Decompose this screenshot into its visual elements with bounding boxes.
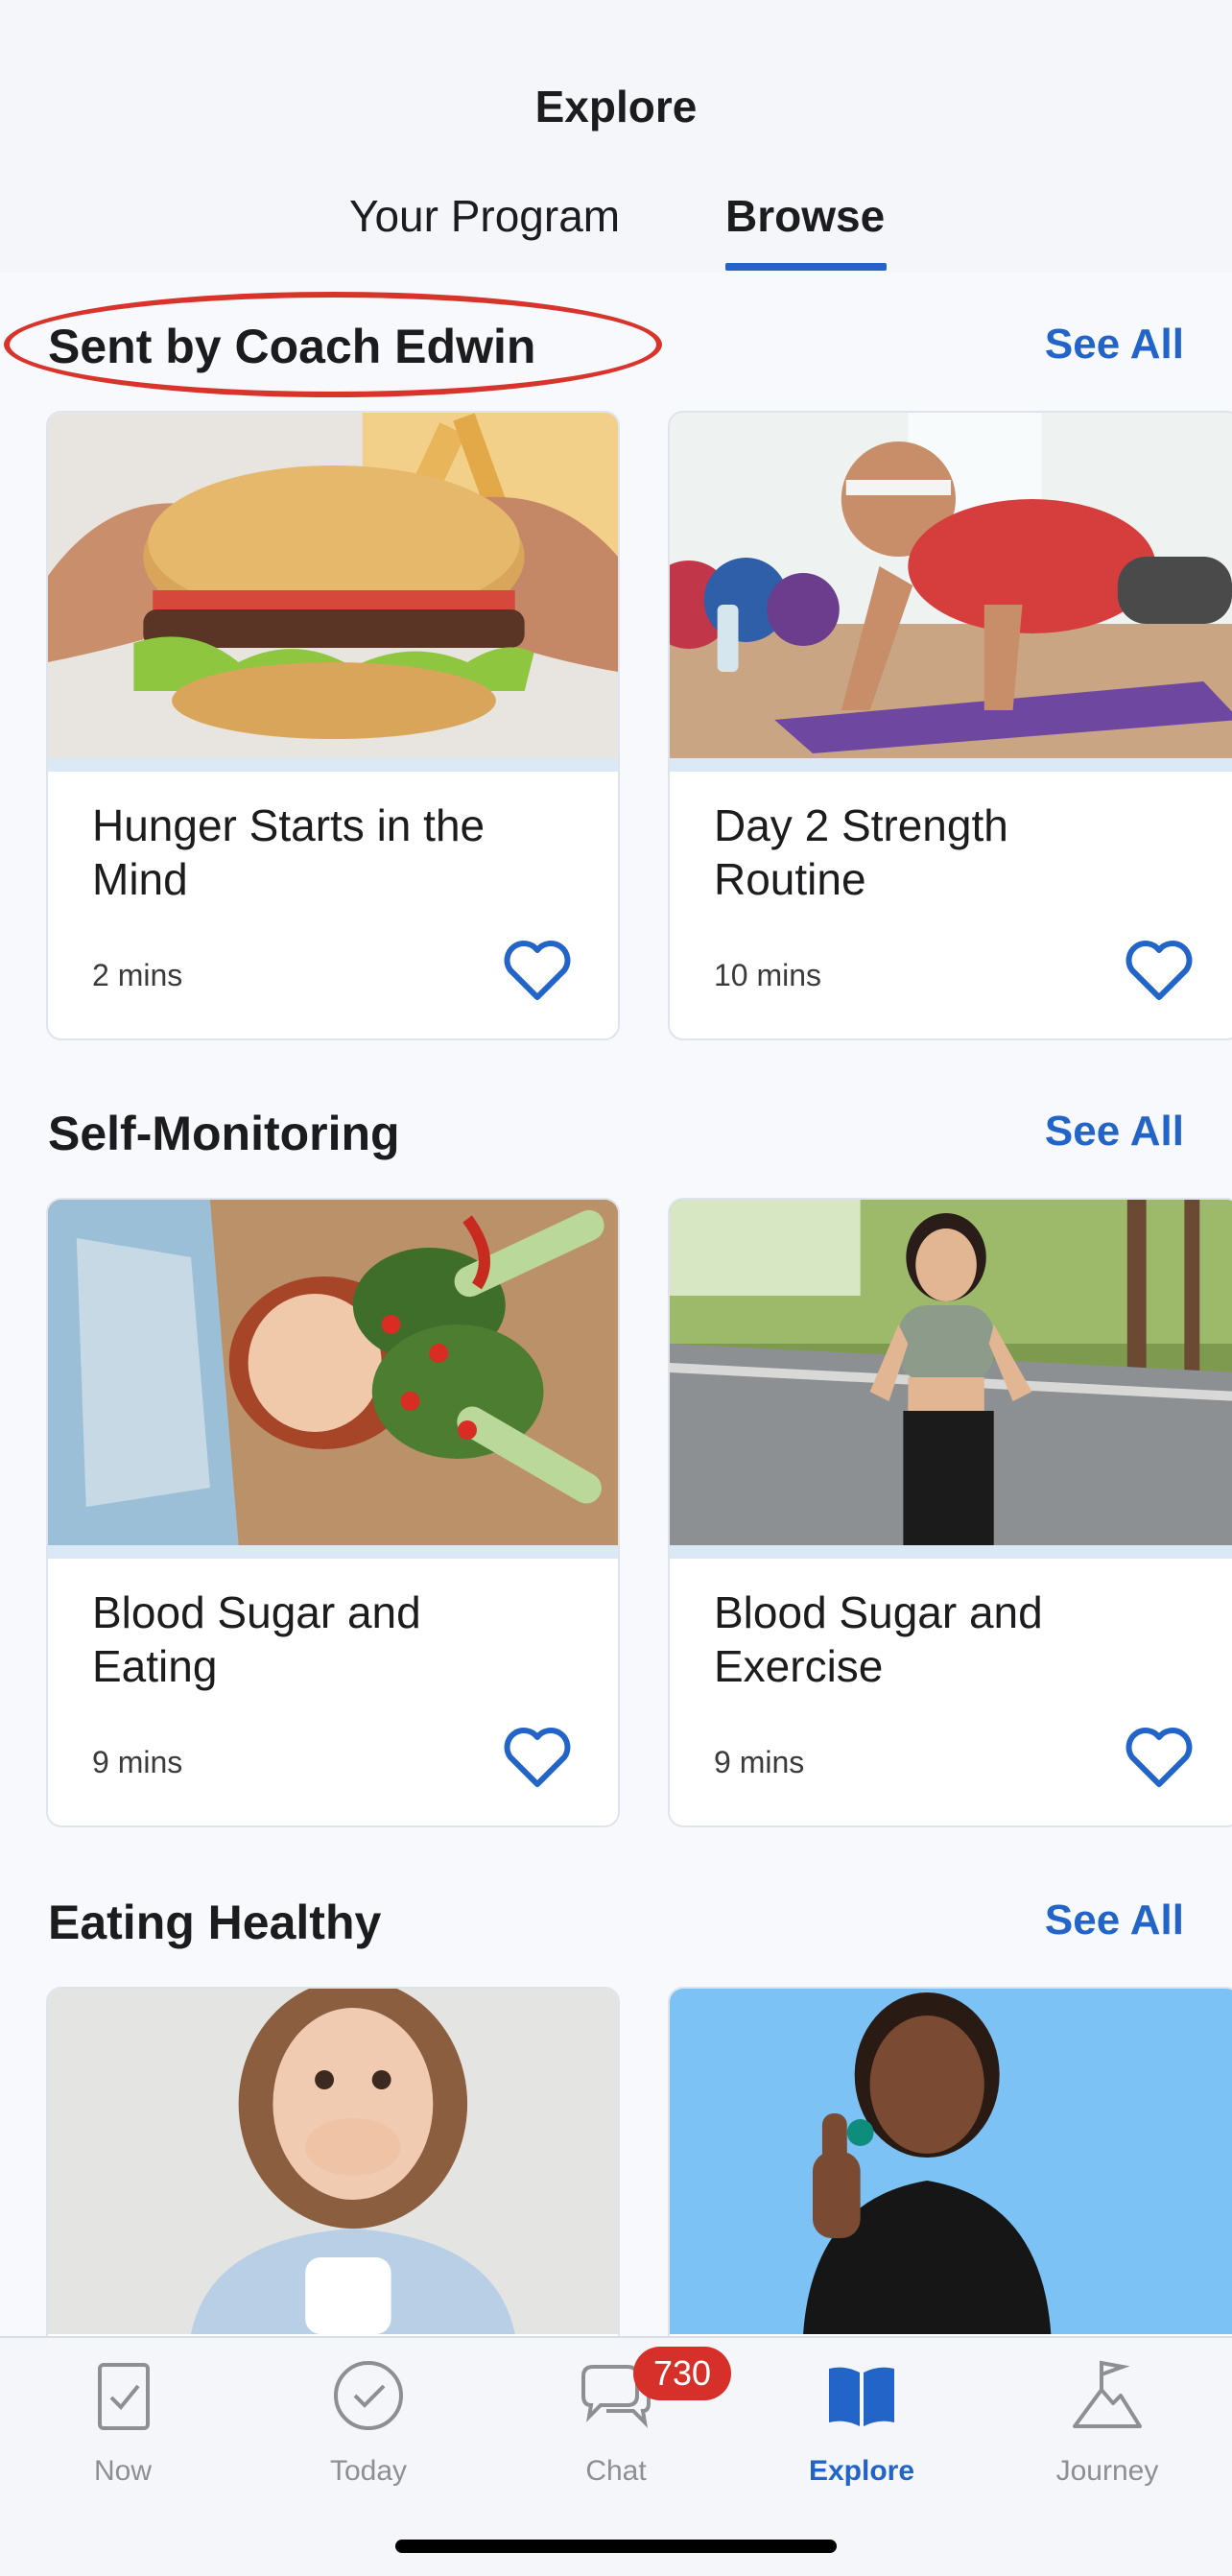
see-all-link-coach[interactable]: See All bbox=[1045, 321, 1184, 369]
card-image-burger bbox=[48, 413, 618, 758]
header: Explore Your Program Browse bbox=[0, 0, 1232, 273]
tabbar-label: Chat bbox=[585, 2455, 647, 2487]
see-all-link-eating-healthy[interactable]: See All bbox=[1045, 1896, 1184, 1944]
check-circle-icon bbox=[334, 2361, 403, 2430]
card-duration: 10 mins bbox=[714, 958, 822, 992]
card-title: Day 2 Strength Routine bbox=[714, 800, 1008, 904]
active-tab-indicator bbox=[725, 263, 887, 271]
tab-your-program[interactable]: Your Program bbox=[349, 190, 620, 242]
card-image-vegetables bbox=[48, 1200, 618, 1545]
tabbar-label: Journey bbox=[1055, 2455, 1159, 2487]
section-title-sent-by-coach: Sent by Coach Edwin bbox=[48, 320, 536, 373]
mountain-flag-icon bbox=[1073, 2360, 1142, 2428]
see-all-link-self-monitoring[interactable]: See All bbox=[1045, 1108, 1184, 1156]
section-title-self-monitoring: Self-Monitoring bbox=[48, 1107, 400, 1160]
heart-icon[interactable] bbox=[1125, 939, 1194, 1002]
content-card[interactable]: Blood Sugar and Exercise 9 mins bbox=[668, 1198, 1232, 1827]
card-duration: 2 mins bbox=[92, 958, 183, 992]
tabbar-item-explore[interactable]: Explore bbox=[739, 2357, 984, 2501]
content-card[interactable]: Blood Sugar and Eating 9 mins bbox=[46, 1198, 620, 1827]
tabbar-label: Explore bbox=[808, 2455, 915, 2487]
open-book-icon bbox=[829, 2367, 894, 2426]
tabbar-item-now[interactable]: Now bbox=[0, 2357, 246, 2501]
section-title-eating-healthy: Eating Healthy bbox=[48, 1896, 382, 1949]
browse-content[interactable]: Sent by Coach Edwin See All Hunger Start… bbox=[0, 273, 1232, 2336]
card-duration: 9 mins bbox=[92, 1745, 183, 1779]
tabbar-item-journey[interactable]: Journey bbox=[984, 2357, 1230, 2501]
tabbar-item-today[interactable]: Today bbox=[246, 2357, 491, 2501]
heart-icon[interactable] bbox=[1125, 1726, 1194, 1789]
card-duration: 9 mins bbox=[714, 1745, 805, 1779]
card-image-jogging bbox=[670, 1200, 1232, 1545]
card-image-surprised-woman bbox=[48, 1989, 618, 2334]
home-indicator bbox=[395, 2540, 837, 2553]
chat-unread-badge: 730 bbox=[633, 2347, 731, 2400]
content-card[interactable]: Hunger Starts in the Mind 2 mins bbox=[46, 411, 620, 1040]
card-title: Blood Sugar and Exercise bbox=[714, 1587, 1043, 1691]
card-title: Hunger Starts in the Mind bbox=[92, 800, 486, 904]
content-card[interactable] bbox=[46, 1987, 620, 2336]
tab-browse[interactable]: Browse bbox=[725, 190, 885, 242]
content-card[interactable] bbox=[668, 1987, 1232, 2336]
card-title: Blood Sugar and Eating bbox=[92, 1587, 421, 1691]
card-image-thumbs-up bbox=[670, 1989, 1232, 2334]
tabbar-label: Now bbox=[93, 2455, 152, 2487]
tabbar-label: Today bbox=[329, 2455, 408, 2487]
clipboard-check-icon bbox=[98, 2363, 150, 2430]
page-title: Explore bbox=[534, 82, 698, 131]
content-card[interactable]: Day 2 Strength Routine 10 mins bbox=[668, 411, 1232, 1040]
card-image-pushup bbox=[670, 413, 1232, 758]
heart-icon[interactable] bbox=[503, 1726, 572, 1789]
heart-icon[interactable] bbox=[503, 939, 572, 1002]
